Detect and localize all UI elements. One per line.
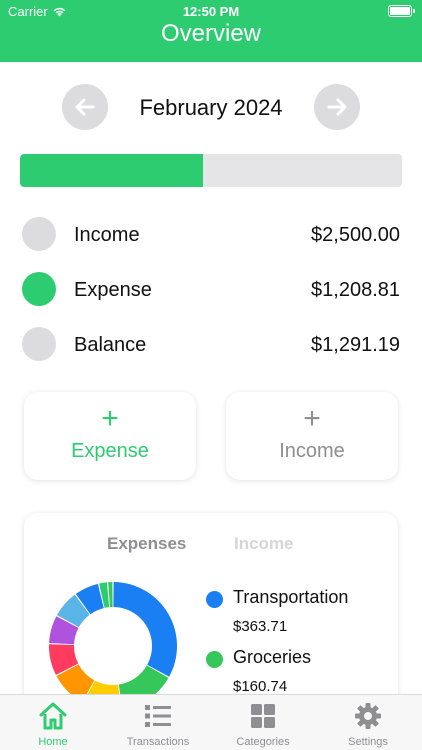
- balance-label: Balance: [74, 334, 147, 356]
- summary-row-income[interactable]: Income $2,500.00: [22, 216, 400, 252]
- summary-row-balance[interactable]: Balance $1,291.19: [22, 326, 400, 362]
- budget-progress-fill: [20, 154, 204, 187]
- budget-progress-bar: [20, 154, 402, 187]
- list-icon: [145, 705, 171, 727]
- header-bar: Carrier 12:50 PM Overview: [0, 0, 422, 62]
- tab-transactions-label: Transactions: [126, 736, 190, 748]
- summary-row-expense[interactable]: Expense $1,208.81: [22, 271, 400, 307]
- tab-expenses[interactable]: Expenses: [107, 534, 186, 554]
- legend-amount: $160.74: [233, 678, 288, 695]
- income-indicator-dot: [22, 217, 56, 251]
- tab-income[interactable]: Income: [234, 534, 294, 554]
- tab-categories[interactable]: Categories: [210, 695, 316, 750]
- legend-amount: $363.71: [233, 618, 288, 635]
- tab-home[interactable]: Home: [0, 695, 106, 750]
- tab-bar: Home Transactions Categories Settings: [0, 694, 422, 750]
- plus-icon: +: [101, 402, 119, 435]
- expense-label: Expense: [74, 279, 152, 301]
- tab-transactions[interactable]: Transactions: [105, 695, 211, 750]
- battery-icon: [388, 5, 415, 17]
- income-label: Income: [74, 224, 140, 246]
- donut-slice-transportation[interactable]: [113, 582, 177, 677]
- status-bar: Carrier 12:50 PM: [0, 4, 422, 20]
- plus-icon: +: [303, 402, 321, 435]
- add-expense-label: Expense: [71, 440, 149, 462]
- arrow-right-icon: [327, 98, 347, 116]
- page-title: Overview: [160, 20, 262, 47]
- status-time: 12:50 PM: [182, 4, 240, 19]
- gear-icon: [355, 703, 381, 729]
- legend-color-dot: [206, 591, 223, 608]
- donut-chart: [49, 582, 177, 710]
- next-month-button[interactable]: [314, 84, 360, 130]
- add-expense-button[interactable]: + Expense: [24, 392, 196, 480]
- expense-amount: $1,208.81: [311, 279, 400, 301]
- balance-amount: $1,291.19: [311, 334, 400, 356]
- month-selector: February 2024: [0, 84, 422, 130]
- home-icon: [39, 702, 67, 730]
- tab-home-label: Home: [38, 736, 68, 748]
- tab-settings-label: Settings: [348, 736, 388, 748]
- add-income-label: Income: [279, 440, 345, 462]
- income-amount: $2,500.00: [311, 224, 400, 246]
- expense-indicator-dot: [22, 272, 56, 306]
- balance-indicator-dot: [22, 327, 56, 361]
- add-income-button[interactable]: + Income: [226, 392, 398, 480]
- tab-categories-label: Categories: [236, 736, 290, 748]
- legend-name: Groceries: [233, 647, 312, 667]
- legend-color-dot: [206, 651, 223, 668]
- tab-settings[interactable]: Settings: [315, 695, 421, 750]
- legend-name: Transportation: [233, 587, 349, 607]
- grid-icon: [251, 704, 275, 728]
